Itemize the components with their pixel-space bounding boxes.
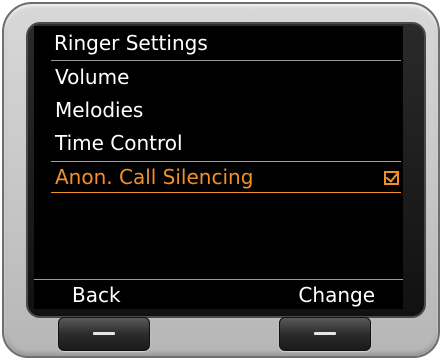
right-hardware-button[interactable] [279,317,371,351]
menu-item-volume[interactable]: Volume [51,61,401,93]
softkey-back[interactable]: Back [72,280,121,309]
left-hardware-button[interactable] [58,317,150,351]
menu-item-time-control[interactable]: Time Control [51,127,401,159]
dash-icon [314,332,336,335]
softkey-bar: Back Change [34,279,403,309]
menu-item-anon-call-silencing[interactable]: Anon. Call Silencing [51,161,401,193]
checkbox-checked-icon[interactable] [384,171,399,185]
display-screen: Ringer Settings Volume Melodies Time Con… [34,26,403,309]
dash-icon [93,332,115,335]
softkey-change[interactable]: Change [298,280,375,309]
menu-item-melodies[interactable]: Melodies [51,94,401,126]
menu-item-label: Anon. Call Silencing [55,165,254,189]
menu-item-label: Time Control [55,131,183,155]
menu-item-label: Volume [55,65,130,89]
menu-item-label: Melodies [55,98,144,122]
screen-title: Ringer Settings [54,31,208,55]
